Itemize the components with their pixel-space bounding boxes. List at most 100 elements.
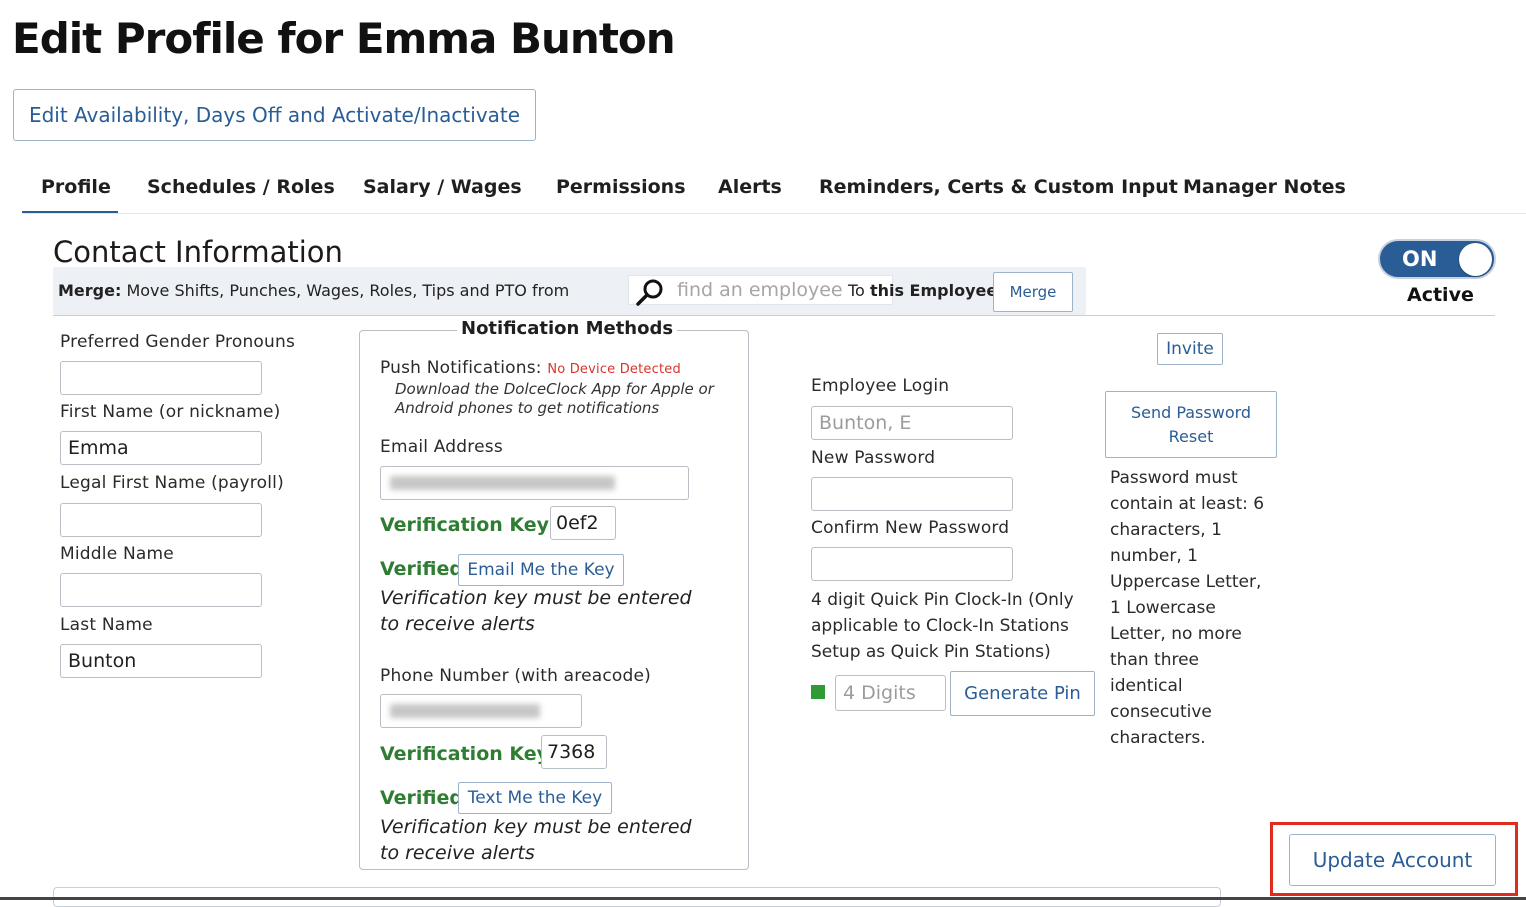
email-verification-key-label: Verification Key <box>380 514 550 536</box>
last-name-input[interactable] <box>66 649 256 673</box>
tab-salary-wages[interactable]: Salary / Wages <box>363 172 522 202</box>
invite-button[interactable]: Invite <box>1157 333 1223 365</box>
first-name-field[interactable] <box>60 431 262 465</box>
password-rule-line: characters, 1 <box>1110 520 1222 540</box>
phone-note-2: to receive alerts <box>380 842 535 864</box>
phone-field[interactable] <box>380 694 582 728</box>
confirm-password-input[interactable] <box>817 552 1007 576</box>
tab-reminders-certs[interactable]: Reminders, Certs & Custom Input <box>819 172 1178 202</box>
middle-name-input[interactable] <box>66 578 256 602</box>
pin-note-line-2: applicable to Clock-In Stations <box>811 616 1069 636</box>
pin-note-line-3: Setup as Quick Pin Stations) <box>811 642 1051 662</box>
employee-login-input[interactable] <box>817 411 1007 435</box>
tab-schedules-roles[interactable]: Schedules / Roles <box>147 172 335 202</box>
push-status: No Device Detected <box>547 362 681 377</box>
new-password-label: New Password <box>811 448 936 468</box>
password-rule-line: Password must <box>1110 468 1238 488</box>
toggle-knob <box>1459 243 1492 276</box>
phone-verified-label: Verified <box>380 787 464 809</box>
pronouns-field[interactable] <box>60 361 262 395</box>
email-field[interactable] <box>380 466 689 500</box>
to-label-bold: this Employee <box>869 281 998 300</box>
push-hint-1: Download the DolceClock App for Apple or <box>395 380 714 398</box>
search-icon[interactable] <box>635 278 665 306</box>
active-toggle[interactable]: ON <box>1378 239 1496 279</box>
tab-bar: Profile Schedules / Roles Salary / Wages… <box>22 172 1526 216</box>
phone-redacted <box>390 704 540 718</box>
merge-label: Merge: <box>58 281 122 300</box>
phone-label: Phone Number (with areacode) <box>380 666 652 686</box>
legal-first-name-input[interactable] <box>66 508 256 532</box>
last-name-label: Last Name <box>60 615 153 635</box>
merge-button[interactable]: Merge <box>993 272 1073 312</box>
tab-permissions[interactable]: Permissions <box>556 172 686 202</box>
email-label: Email Address <box>380 437 503 457</box>
merge-description: Merge: Move Shifts, Punches, Wages, Role… <box>58 281 569 300</box>
push-notifications-row: Push Notifications: No Device Detected <box>380 358 681 378</box>
phone-note-1: Verification key must be entered <box>380 816 692 838</box>
email-redacted <box>390 476 615 490</box>
email-verification-key-value: 0ef2 <box>556 512 599 534</box>
tab-alerts[interactable]: Alerts <box>718 172 782 202</box>
middle-name-label: Middle Name <box>60 544 174 564</box>
password-rule-line: contain at least: 6 <box>1110 494 1265 514</box>
password-rule-line: Letter, no more <box>1110 624 1242 644</box>
to-label-pre: To <box>848 281 870 300</box>
notification-methods-legend: Notification Methods <box>457 318 678 339</box>
send-reset-line-2: Reset <box>1168 426 1214 446</box>
password-rule-line: 1 Lowercase <box>1110 598 1216 618</box>
page-title: Edit Profile for Emma Bunton <box>12 14 676 63</box>
password-rule-line: Uppercase Letter, <box>1110 572 1262 592</box>
merge-text: Move Shifts, Punches, Wages, Roles, Tips… <box>121 281 570 300</box>
pin-note-line-1: 4 digit Quick Pin Clock-In (Only <box>811 590 1074 610</box>
to-employee-label: To this Employee <box>848 281 997 300</box>
section-title: Contact Information <box>53 235 343 269</box>
section-divider <box>53 315 1495 316</box>
text-me-key-button[interactable]: Text Me the Key <box>458 782 612 814</box>
quick-pin-input[interactable] <box>841 681 940 705</box>
password-rule-line: characters. <box>1110 728 1206 748</box>
email-me-key-button[interactable]: Email Me the Key <box>458 554 624 586</box>
legal-first-name-field[interactable] <box>60 503 262 537</box>
email-note-1: Verification key must be entered <box>380 587 692 609</box>
send-password-reset-button[interactable]: Send Password Reset <box>1105 391 1277 458</box>
password-rule-line: identical <box>1110 676 1183 696</box>
phone-verification-key-value: 7368 <box>547 741 596 763</box>
legal-first-name-label: Legal First Name (payroll) <box>60 473 284 493</box>
middle-name-field[interactable] <box>60 573 262 607</box>
tab-manager-notes[interactable]: Manager Notes <box>1183 172 1346 202</box>
update-account-button[interactable]: Update Account <box>1289 834 1496 886</box>
pin-status-indicator <box>811 685 825 699</box>
password-rules: Password must contain at least: 6 charac… <box>1110 465 1290 751</box>
merge-bar: Merge: Move Shifts, Punches, Wages, Role… <box>53 267 1086 315</box>
employee-login-label: Employee Login <box>811 376 950 396</box>
confirm-password-field[interactable] <box>811 547 1013 581</box>
employee-login-field[interactable] <box>811 406 1013 440</box>
send-reset-line-1: Send Password <box>1130 402 1252 422</box>
phone-verification-key-field[interactable]: 7368 <box>541 735 607 769</box>
email-note-2: to receive alerts <box>380 613 535 635</box>
tab-profile[interactable]: Profile <box>41 172 111 202</box>
new-password-input[interactable] <box>817 482 1007 506</box>
tab-divider <box>22 213 1526 214</box>
active-status-label: Active <box>1407 284 1474 306</box>
toggle-label: ON <box>1402 247 1438 271</box>
password-rule-line: number, 1 <box>1110 546 1198 566</box>
first-name-input[interactable] <box>66 436 256 460</box>
new-password-field[interactable] <box>811 477 1013 511</box>
edit-availability-button[interactable]: Edit Availability, Days Off and Activate… <box>13 89 536 141</box>
push-label: Push Notifications: <box>380 358 542 378</box>
push-hint-2: Android phones to get notifications <box>395 399 660 417</box>
quick-pin-field[interactable] <box>835 675 946 711</box>
first-name-label: First Name (or nickname) <box>60 402 281 422</box>
last-name-field[interactable] <box>60 644 262 678</box>
confirm-password-label: Confirm New Password <box>811 518 1010 538</box>
email-verification-key-field[interactable]: 0ef2 <box>550 506 616 540</box>
phone-verification-key-label: Verification Key <box>380 743 550 765</box>
quick-pin-note: 4 digit Quick Pin Clock-In (Only applica… <box>811 587 1101 665</box>
email-verified-label: Verified <box>380 558 464 580</box>
password-rule-line: than three <box>1110 650 1200 670</box>
generate-pin-button[interactable]: Generate Pin <box>950 671 1095 716</box>
pronouns-input[interactable] <box>66 366 256 390</box>
pronouns-label: Preferred Gender Pronouns <box>60 332 296 352</box>
